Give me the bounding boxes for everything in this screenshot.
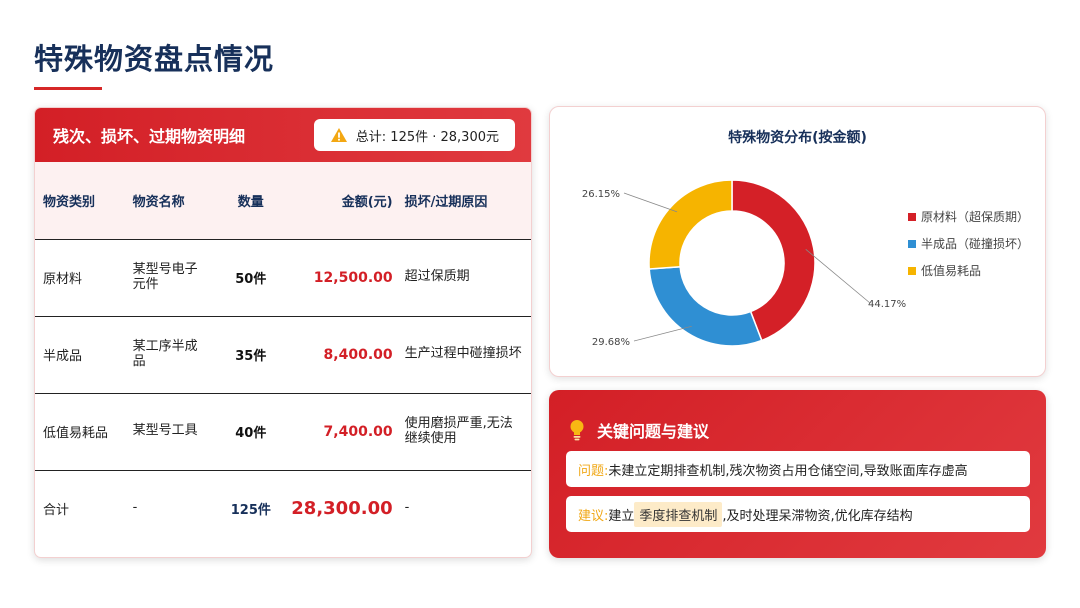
cell-amount: 28,300.00 <box>291 498 393 520</box>
donut-slice <box>648 179 733 270</box>
cell-category: 合计 <box>43 503 70 519</box>
legend-swatch <box>908 239 916 248</box>
slice-leader-line <box>623 192 678 213</box>
cell-reason: 超过保质期 <box>398 239 531 317</box>
cell-category: 原材料 <box>35 239 127 317</box>
table-total-row: 合计 - 125件 28,300.00 - <box>35 470 531 547</box>
legend-item: 原材料（超保质期） <box>908 203 1029 230</box>
legend-item: 低值易耗品 <box>908 257 1029 284</box>
cell-amount: 8,400.00 <box>285 316 399 394</box>
col-header-category: 物资类别 <box>35 162 127 240</box>
cell-reason: - <box>404 500 410 516</box>
cell-name: 某型号工具 <box>126 393 217 471</box>
legend-label: 低值易耗品 <box>921 264 982 278</box>
slice-leader-line <box>805 249 871 304</box>
cell-qty: 50件 <box>216 239 286 317</box>
slice-label: 44.17% <box>868 299 906 310</box>
total-badge-text: 总计: 125件 · 28,300元 <box>355 129 499 145</box>
problem-label: 问题: <box>578 463 609 479</box>
chart-legend: 原材料（超保质期） 半成品（碰撞损坏） 低值易耗品 <box>908 203 1029 284</box>
cell-reason: 使用磨损严重,无法继续使用 <box>398 393 531 471</box>
cell-reason: 生产过程中碰撞损坏 <box>398 316 531 394</box>
slice-leader-line <box>633 325 692 342</box>
problem-box: 问题: 未建立定期排查机制,残次物资占用仓储空间,导致账面库存虚高 <box>566 451 1030 487</box>
page-title: 特殊物资盘点情况 <box>34 42 275 76</box>
cell-category: 半成品 <box>35 316 127 394</box>
distribution-chart-card: 特殊物资分布(按金额) 44.17% 29.68% 26.15% 原材料（超保质期）… <box>549 106 1046 377</box>
cell-amount: 12,500.00 <box>285 239 399 317</box>
problem-text: 未建立定期排查机制,残次物资占用仓储空间,导致账面库存虚高 <box>608 463 968 479</box>
suggestion-text-post: ,及时处理呆滞物资,优化库存结构 <box>722 508 913 524</box>
suggestion-text-pre: 建立 <box>608 508 635 524</box>
col-header-name: 物资名称 <box>126 162 217 240</box>
col-header-reason: 损坏/过期原因 <box>398 162 531 240</box>
cell-qty: 125件 <box>230 503 271 519</box>
cell-amount: 7,400.00 <box>285 393 399 471</box>
cell-name: 某工序半成品 <box>126 316 217 394</box>
legend-swatch <box>908 212 916 221</box>
legend-label: 半成品（碰撞损坏） <box>921 237 1030 251</box>
issue-card-title: 关键问题与建议 <box>597 422 710 441</box>
table-row: 原材料 某型号电子元件 50件 12,500.00 超过保质期 <box>35 239 531 317</box>
legend-label: 原材料（超保质期） <box>921 210 1030 224</box>
suggestion-label: 建议: <box>578 508 609 524</box>
cell-category: 低值易耗品 <box>35 393 127 471</box>
legend-swatch <box>908 266 916 275</box>
suggestion-box: 建议: 建立 季度排查机制 ,及时处理呆滞物资,优化库存结构 <box>566 496 1030 532</box>
slice-label: 26.15% <box>582 189 620 200</box>
cell-name: - <box>132 500 138 516</box>
col-header-qty: 数量 <box>216 162 286 240</box>
suggestion-highlight: 季度排查机制 <box>634 501 723 527</box>
cell-qty: 35件 <box>216 316 286 394</box>
title-underline <box>34 87 102 90</box>
table-card-header: 残次、损坏、过期物资明细 总计: 125件 · 28,300元 <box>35 108 531 162</box>
materials-table-card: 残次、损坏、过期物资明细 总计: 125件 · 28,300元 物资类别 物资名… <box>34 107 532 558</box>
cell-name: 某型号电子元件 <box>126 239 217 317</box>
lightbulb-icon <box>570 420 584 441</box>
total-badge: 总计: 125件 · 28,300元 <box>313 119 515 151</box>
col-header-amount: 金额(元) <box>285 162 399 240</box>
table-row: 低值易耗品 某型号工具 40件 7,400.00 使用磨损严重,无法继续使用 <box>35 393 531 471</box>
materials-table: 物资类别 物资名称 数量 金额(元) 损坏/过期原因 原材料 某型号电子元件 5… <box>35 162 531 547</box>
issue-card-header: 关键问题与建议 <box>569 418 709 442</box>
slice-label: 29.68% <box>592 337 630 348</box>
legend-item: 半成品（碰撞损坏） <box>908 230 1029 257</box>
warning-icon <box>330 128 347 142</box>
donut-slice <box>648 265 763 347</box>
key-issues-card: 关键问题与建议 问题: 未建立定期排查机制,残次物资占用仓储空间,导致账面库存虚… <box>549 390 1046 558</box>
table-card-title: 残次、损坏、过期物资明细 <box>53 127 246 146</box>
cell-qty: 40件 <box>216 393 286 471</box>
table-row: 半成品 某工序半成品 35件 8,400.00 生产过程中碰撞损坏 <box>35 316 531 394</box>
table-header-row: 物资类别 物资名称 数量 金额(元) 损坏/过期原因 <box>35 162 531 240</box>
